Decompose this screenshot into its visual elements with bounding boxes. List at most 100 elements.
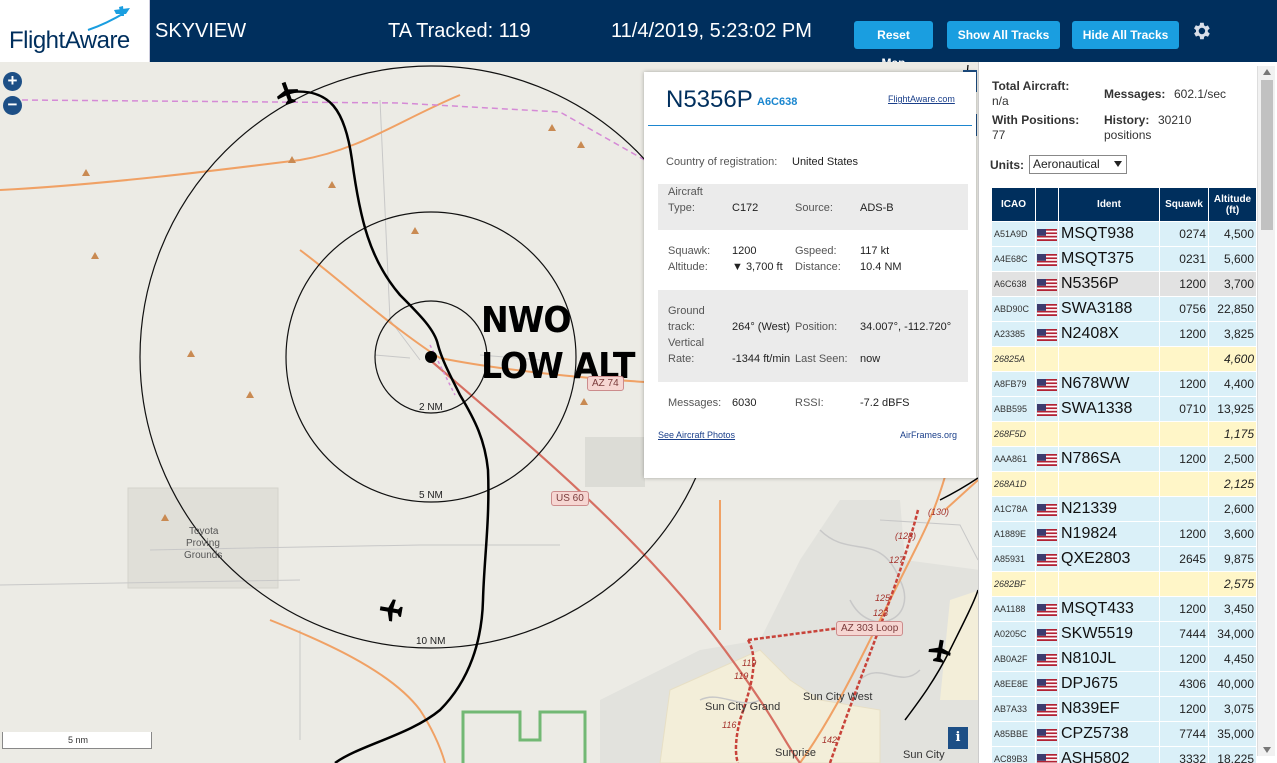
table-row[interactable]: 26825A 4,600	[992, 347, 1256, 371]
row-ident	[1059, 572, 1159, 596]
row-altitude: 34,000	[1209, 622, 1256, 646]
row-ident: SKW5519	[1059, 622, 1159, 646]
aircraft-sidebar: Total Aircraft: n/a With Positions: 77 M…	[978, 62, 1277, 763]
table-row[interactable]: ABB595 SWA1338 0710 13,925	[992, 397, 1256, 421]
route-number: (130)	[928, 507, 950, 517]
route-number: (128)	[895, 531, 917, 541]
table-row[interactable]: A51A9D MSQT938 0274 4,500	[992, 222, 1256, 246]
table-row[interactable]: A8FB79 N678WW 1200 4,400	[992, 372, 1256, 396]
us-flag-icon	[1037, 703, 1057, 716]
aircraft-type-label: Aircraft	[668, 186, 703, 198]
table-row[interactable]: AA1188 MSQT433 1200 3,450	[992, 597, 1256, 621]
us-flag-icon	[1037, 228, 1057, 241]
row-squawk: 1200	[1160, 597, 1208, 621]
scroll-down-icon[interactable]	[1263, 747, 1271, 753]
table-row[interactable]: A4E68C MSQT375 0231 5,600	[992, 247, 1256, 271]
column-header-icao[interactable]: ICAO	[992, 188, 1035, 221]
scrollbar-thumb[interactable]	[1261, 80, 1273, 230]
town-label: Surprise	[775, 747, 816, 759]
row-flag	[1036, 747, 1058, 763]
scroll-up-icon[interactable]	[1263, 69, 1271, 75]
row-ident: N21339	[1059, 497, 1159, 521]
row-ident: CPZ5738	[1059, 722, 1159, 746]
route-number: 119	[742, 658, 757, 668]
road-shield: AZ 303 Loop	[836, 621, 904, 636]
table-row[interactable]: A6C638 N5356P 1200 3,700	[992, 272, 1256, 296]
row-flag	[1036, 222, 1058, 246]
ground-track-value: 264° (West)	[732, 321, 790, 333]
vertical-rate-value: -1344 ft/min	[732, 353, 791, 365]
popup-callsign: N5356P	[666, 86, 753, 113]
row-altitude: 4,450	[1209, 647, 1256, 671]
row-altitude: 2,575	[1209, 572, 1256, 596]
show-all-tracks-button[interactable]: Show All Tracks	[947, 21, 1060, 49]
table-row[interactable]: 268A1D 2,125	[992, 472, 1256, 496]
table-row[interactable]: A1889E N19824 1200 3,600	[992, 522, 1256, 546]
table-row[interactable]: 268F5D 1,175	[992, 422, 1256, 446]
row-squawk	[1160, 572, 1208, 596]
sidebar-scrollbar[interactable]	[1257, 66, 1275, 756]
row-squawk: 0710	[1160, 397, 1208, 421]
row-icao: ABB595	[992, 397, 1035, 421]
table-row[interactable]: A23385 N2408X 1200 3,825	[992, 322, 1256, 346]
popup-divider	[648, 125, 972, 126]
table-row[interactable]: AB7A33 N839EF 1200 3,075	[992, 697, 1256, 721]
reset-map-button[interactable]: Reset Map	[854, 21, 933, 70]
row-flag	[1036, 397, 1058, 421]
table-row[interactable]: 2682BF 2,575	[992, 572, 1256, 596]
map-info-button[interactable]: i	[948, 727, 968, 749]
map-view[interactable]: + − NWO LOW ALT 2 NM 5 NM 10 NM AZ 74 US…	[0, 62, 978, 763]
row-icao: A0205C	[992, 622, 1035, 646]
table-row[interactable]: A0205C SKW5519 7444 34,000	[992, 622, 1256, 646]
aircraft-photos-link[interactable]: See Aircraft Photos	[658, 430, 735, 440]
row-altitude: 18,225	[1209, 747, 1256, 763]
row-squawk: 0231	[1160, 247, 1208, 271]
us-flag-icon	[1037, 728, 1057, 741]
aircraft-table: ICAO Ident Squawk Altitude (ft) A51A9D MS…	[991, 187, 1257, 763]
row-altitude: 2,600	[1209, 497, 1256, 521]
us-flag-icon	[1037, 453, 1057, 466]
table-row[interactable]: A1C78A N21339 2,600	[992, 497, 1256, 521]
us-flag-icon	[1037, 553, 1057, 566]
column-header-ident[interactable]: Ident	[1059, 188, 1159, 221]
airframes-link[interactable]: AirFrames.org	[900, 430, 957, 440]
messages-rate-label: Messages:	[1104, 87, 1166, 101]
distance-label: Distance:	[795, 261, 841, 273]
table-row[interactable]: AC89B3 ASH5802 3332 18,225	[992, 747, 1256, 763]
table-row[interactable]: A85931 QXE2803 2645 9,875	[992, 547, 1256, 571]
gear-icon[interactable]	[1190, 20, 1212, 42]
total-aircraft-label: Total Aircraft:	[992, 79, 1070, 93]
column-header-squawk[interactable]: Squawk	[1160, 188, 1208, 221]
table-row[interactable]: AAA861 N786SA 1200 2,500	[992, 447, 1256, 471]
row-altitude: 9,875	[1209, 547, 1256, 571]
popup-icao-hex: A6C638	[757, 96, 798, 108]
column-header-flag[interactable]	[1036, 188, 1058, 221]
squawk-value: 1200	[732, 245, 757, 257]
row-ident: N810JL	[1059, 647, 1159, 671]
range-ring-label: 10 NM	[416, 636, 446, 647]
zoom-in-button[interactable]: +	[3, 72, 22, 91]
row-flag	[1036, 572, 1058, 596]
table-row[interactable]: A8EE8E DPJ675 4306 40,000	[992, 672, 1256, 696]
table-row[interactable]: A85BBE CPZ5738 7744 35,000	[992, 722, 1256, 746]
row-altitude: 4,500	[1209, 222, 1256, 246]
range-ring-label: 2 NM	[419, 402, 443, 413]
row-flag	[1036, 297, 1058, 321]
table-row[interactable]: AB0A2F N810JL 1200 4,450	[992, 647, 1256, 671]
top-bar: FlightAware SKYVIEW TA Tracked: 119 11/4…	[0, 0, 1277, 70]
zoom-out-button[interactable]: −	[3, 96, 22, 115]
row-flag	[1036, 522, 1058, 546]
row-squawk	[1160, 347, 1208, 371]
units-select[interactable]: Aeronautical	[1029, 155, 1127, 174]
us-flag-icon	[1037, 403, 1057, 416]
row-ident	[1059, 472, 1159, 496]
flightaware-logo[interactable]: FlightAware	[0, 0, 150, 62]
table-row[interactable]: ABD90C SWA3188 0756 22,850	[992, 297, 1256, 321]
row-squawk: 0274	[1160, 222, 1208, 246]
column-header-altitude[interactable]: Altitude (ft)	[1209, 188, 1256, 221]
flightaware-link[interactable]: FlightAware.com	[888, 94, 955, 104]
row-ident: N678WW	[1059, 372, 1159, 396]
hide-all-tracks-button[interactable]: Hide All Tracks	[1072, 21, 1179, 49]
history-label: History:	[1104, 113, 1150, 127]
row-altitude: 3,825	[1209, 322, 1256, 346]
